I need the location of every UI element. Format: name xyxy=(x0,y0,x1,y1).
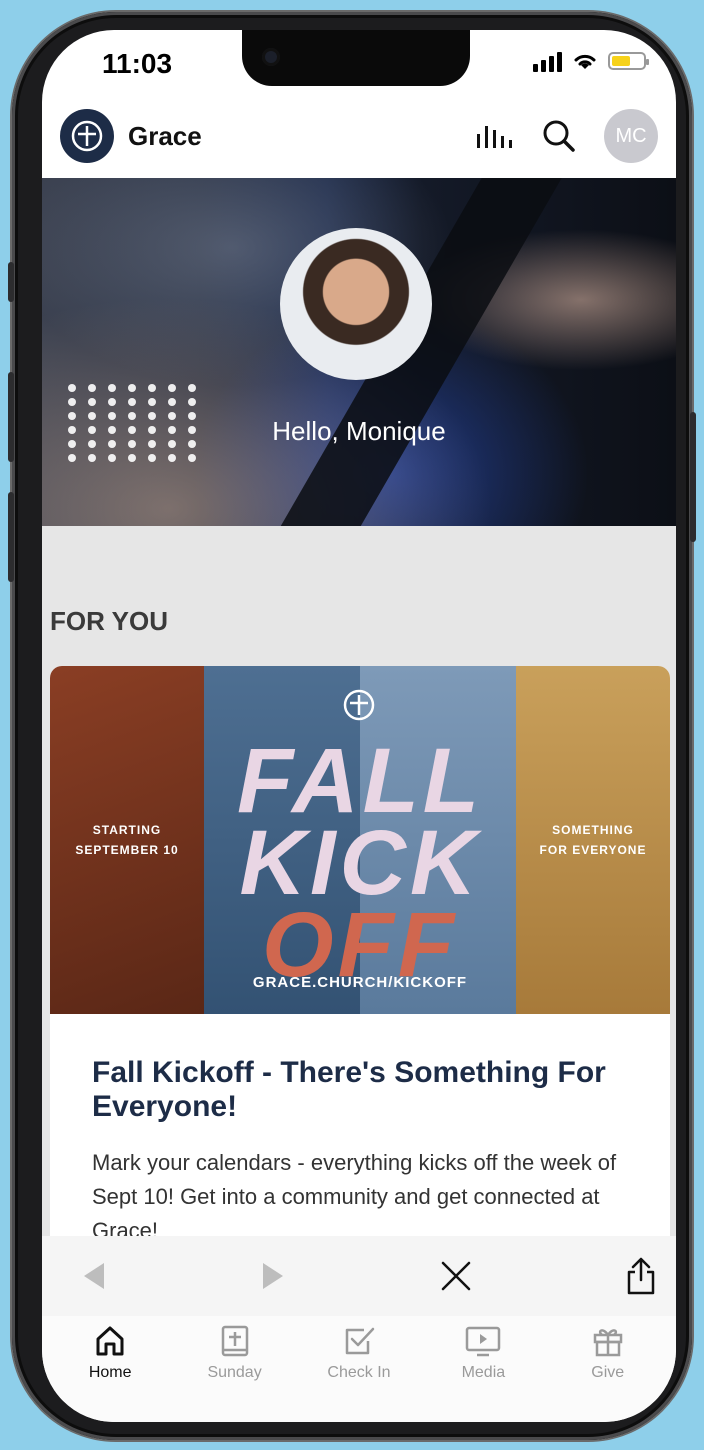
wifi-icon xyxy=(574,54,596,69)
signal-icon xyxy=(533,50,562,72)
camera xyxy=(262,48,280,66)
banner-headline: FALL KICK OFF xyxy=(237,730,483,996)
card-title[interactable]: Fall Kickoff - There's Something For Eve… xyxy=(92,1056,632,1124)
tab-check-in[interactable]: Check In xyxy=(304,1316,414,1422)
audio-bars-icon[interactable] xyxy=(474,122,514,150)
hero-banner: Hello, Monique xyxy=(42,178,676,526)
power-button xyxy=(690,412,696,542)
feed[interactable]: FOR YOU STARTING SEPTEMBER 10 FALL KICK … xyxy=(42,526,676,1266)
tab-label: Media xyxy=(461,1364,506,1381)
banner-url: GRACE.CHURCH/KICKOFF xyxy=(252,974,468,991)
avatar[interactable]: MC xyxy=(604,109,658,163)
tab-give[interactable]: Give xyxy=(553,1316,663,1422)
battery-icon xyxy=(608,52,649,70)
tab-sunday[interactable]: Sunday xyxy=(180,1316,290,1422)
tab-media[interactable]: Media xyxy=(428,1316,538,1422)
grace-logo[interactable] xyxy=(60,109,114,163)
greeting-text: Hello, Monique xyxy=(272,416,446,446)
card-description: Mark your calendars - everything kicks o… xyxy=(92,1150,617,1243)
banner-tagline: SOMETHING FOR EVERYONE xyxy=(539,823,647,857)
play-screen-icon xyxy=(466,1326,501,1357)
tab-label: Sunday xyxy=(207,1364,262,1381)
hero-portrait xyxy=(280,228,432,380)
grace-logo-icon xyxy=(343,689,375,721)
tab-home[interactable]: Home xyxy=(55,1316,165,1422)
tab-label: Home xyxy=(88,1364,132,1381)
kickoff-banner[interactable]: STARTING SEPTEMBER 10 FALL KICK OFF SOME… xyxy=(50,666,670,1014)
share-icon[interactable] xyxy=(624,1256,658,1296)
volume-up-button xyxy=(8,372,14,462)
back-arrow-icon[interactable] xyxy=(80,1260,108,1292)
volume-down-button xyxy=(8,492,14,582)
status-time: 11:03 xyxy=(102,48,173,79)
notch xyxy=(242,30,470,86)
checkbox-icon xyxy=(345,1327,375,1355)
tab-label: Check In xyxy=(327,1364,391,1381)
gift-icon xyxy=(593,1329,622,1357)
feature-card[interactable]: STARTING SEPTEMBER 10 FALL KICK OFF SOME… xyxy=(50,666,670,1266)
mute-switch xyxy=(8,262,14,302)
app-title: Grace xyxy=(128,120,202,151)
status-icons xyxy=(533,50,649,72)
section-title: FOR YOU xyxy=(50,606,168,636)
browser-toolbar xyxy=(42,1236,676,1316)
close-icon[interactable] xyxy=(439,1259,473,1293)
home-icon xyxy=(96,1326,124,1356)
forward-arrow-icon[interactable] xyxy=(259,1260,287,1292)
app-bar: Grace MC xyxy=(42,94,676,178)
tab-label: Give xyxy=(591,1364,625,1381)
bible-icon xyxy=(221,1325,248,1357)
tab-bar: Home Sunday Check In Media Give xyxy=(42,1316,676,1422)
screen: 11:03 Grace MC Hello, Monique FOR YOU ST… xyxy=(42,30,676,1422)
search-icon[interactable] xyxy=(542,119,576,153)
